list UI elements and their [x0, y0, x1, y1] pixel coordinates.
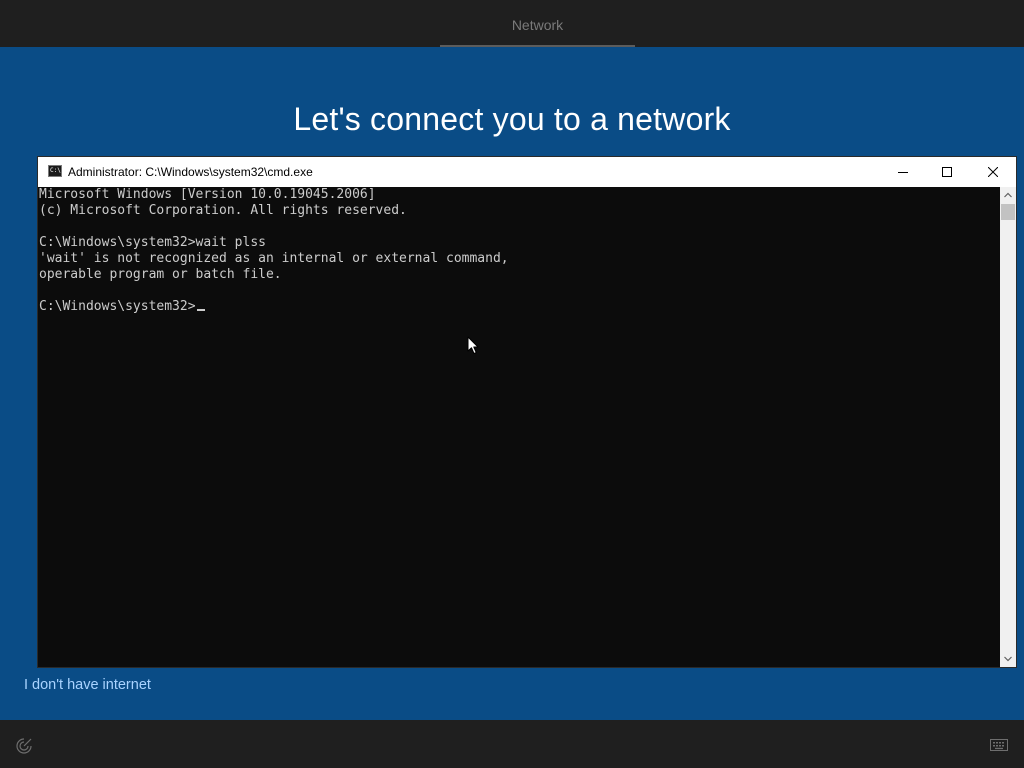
oobe-bottom-bar [0, 720, 1024, 768]
scroll-down-icon[interactable] [1000, 651, 1016, 667]
cmd-window-title: Administrator: C:\Windows\system32\cmd.e… [68, 165, 313, 179]
keyboard-icon[interactable] [990, 739, 1008, 751]
console-output[interactable]: Microsoft Windows [Version 10.0.19045.20… [38, 187, 1000, 667]
close-button[interactable] [970, 157, 1016, 187]
no-internet-link[interactable]: I don't have internet [24, 677, 151, 693]
vertical-scrollbar[interactable] [1000, 187, 1016, 667]
text-cursor [196, 309, 205, 311]
console-line-copyright: (c) Microsoft Corporation. All rights re… [39, 203, 407, 218]
ease-of-access-icon[interactable] [15, 737, 33, 755]
minimize-icon [898, 172, 908, 173]
maximize-button[interactable] [924, 157, 970, 187]
console-prompt-line[interactable]: C:\Windows\system32> [39, 299, 205, 315]
cmd-app-icon[interactable]: C:\ [48, 165, 62, 177]
scrollbar-thumb[interactable] [1001, 204, 1015, 220]
console-line-error: 'wait' is not recognized as an internal … [39, 251, 509, 266]
mouse-pointer-icon [467, 336, 479, 354]
close-icon [988, 167, 998, 177]
scroll-up-icon[interactable] [1000, 187, 1016, 203]
minimize-button[interactable] [880, 157, 926, 187]
console-line-error-cont: operable program or batch file. [39, 267, 282, 282]
console-line-version: Microsoft Windows [Version 10.0.19045.20… [39, 187, 376, 202]
cmd-titlebar[interactable]: C:\ Administrator: C:\Windows\system32\c… [38, 157, 1016, 187]
tab-network: Network [440, 0, 635, 47]
cmd-window[interactable]: C:\ Administrator: C:\Windows\system32\c… [38, 157, 1016, 667]
oobe-top-bar: Network [0, 0, 1024, 47]
page-title: Let's connect you to a network [293, 101, 731, 137]
maximize-icon [942, 167, 952, 177]
console-line-command: C:\Windows\system32>wait plss [39, 235, 266, 250]
console-prompt: C:\Windows\system32> [39, 299, 196, 314]
